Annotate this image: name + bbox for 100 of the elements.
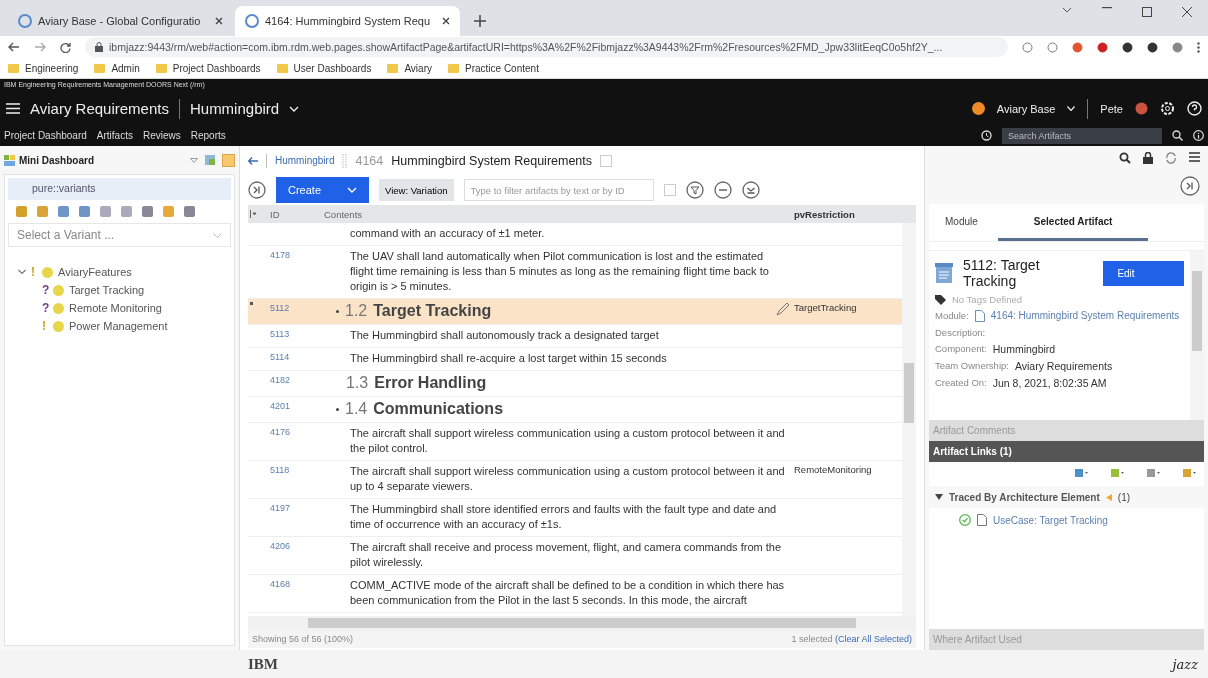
tree-item[interactable]: ! Power Management <box>18 319 221 333</box>
minimize-icon[interactable] <box>1102 7 1112 9</box>
linked-artifact-link[interactable]: UseCase: Target Tracking <box>993 514 1108 526</box>
artifact-id[interactable]: 4178 <box>266 249 318 294</box>
nav-link[interactable]: Project Dashboard <box>4 130 87 141</box>
artifact-id[interactable]: 4176 <box>266 426 318 456</box>
panel-tab[interactable]: Module <box>937 204 998 241</box>
artifact-title: 5112: Target Tracking <box>963 257 1041 289</box>
search-field[interactable]: Search Artifacts <box>1002 127 1162 144</box>
info-icon[interactable] <box>1193 130 1204 141</box>
expand-all-icon[interactable] <box>741 181 760 199</box>
artifact-id[interactable]: 4168 <box>266 578 318 608</box>
create-button[interactable]: Create <box>276 177 369 203</box>
address-field[interactable]: ibmjazz:9443/rm/web#action=com.ibm.rdm.web.pages.showArtifactPage&artifactURI=https%3A%2F%2Fibmjazz%3A9443%2Frm%2Fresources%2FMD_Jpw33litEeqC0o5hf2Y_... <box>85 37 1008 57</box>
requirement-text: The Hummingbird shall re-acquire a lost target within 15 seconds <box>349 351 668 366</box>
tree-item[interactable]: ! AviaryFeatures <box>18 265 221 279</box>
history-icon[interactable] <box>981 130 992 141</box>
column-header[interactable]: pvRestriction <box>790 208 902 220</box>
requirement-text: COMM_ACTIVE mode of the aircraft shall be defined to be a condition in which there has been communication from the Pilot in the last 5 seconds. In this mode, the aircraft <box>349 578 786 608</box>
more-icon[interactable] <box>1197 41 1200 53</box>
configuration-menu[interactable]: Aviary Base <box>996 102 1056 115</box>
close-icon[interactable] <box>442 17 450 25</box>
heading-text: Target Tracking <box>373 302 493 320</box>
bookmark[interactable]: Admin <box>94 62 140 74</box>
link-tool-icon[interactable] <box>1182 468 1196 478</box>
tree-item[interactable]: ? Target Tracking <box>18 283 221 297</box>
search-icon[interactable] <box>1172 130 1183 141</box>
collapse-all-icon[interactable] <box>713 181 732 199</box>
bookmark[interactable]: Aviary <box>387 62 432 74</box>
nav-link[interactable]: Reports <box>190 130 226 141</box>
expand-toggle-icon[interactable] <box>18 268 26 276</box>
expand-toggle-icon[interactable] <box>336 309 339 313</box>
close-icon[interactable] <box>1182 7 1192 17</box>
link-tool-icon[interactable] <box>1110 468 1124 478</box>
artifact-id[interactable]: 4201 <box>266 400 318 418</box>
browser-tab[interactable]: Aviary Base - Global Configuratio <box>8 6 233 36</box>
horizontal-scrollbar[interactable] <box>248 616 916 630</box>
filter-icon[interactable] <box>685 181 704 199</box>
view-button[interactable]: View: Variation <box>379 179 454 201</box>
artifact-id[interactable]: 4182 <box>266 374 318 392</box>
reload-icon[interactable] <box>60 41 71 53</box>
collapse-panel-icon[interactable] <box>248 181 266 199</box>
pencil-icon[interactable] <box>776 302 790 316</box>
link-tool-icon[interactable] <box>1146 468 1160 478</box>
settings-icon[interactable] <box>1160 101 1175 116</box>
artifact-id[interactable]: 5118 <box>266 464 318 494</box>
lock-icon[interactable] <box>1143 152 1153 164</box>
widget-title: pure::variants <box>8 178 231 200</box>
configuration-icon <box>971 102 985 115</box>
column-menu-icon[interactable] <box>250 210 258 218</box>
bookmark[interactable]: Project Dashboards <box>155 62 261 74</box>
artifact-id[interactable]: 4197 <box>266 502 318 532</box>
dropdown-icon[interactable] <box>190 157 198 163</box>
bookmark[interactable]: Engineering <box>8 62 79 74</box>
chevron-down-icon <box>213 232 222 238</box>
component-menu[interactable]: Hummingbird <box>189 100 280 117</box>
nav-link[interactable]: Artifacts <box>96 130 133 141</box>
panel-tab[interactable]: Selected Artifact <box>997 204 1149 241</box>
search-icon[interactable] <box>1119 152 1131 164</box>
maximize-icon[interactable] <box>1142 7 1152 17</box>
selected-row[interactable]: 5112 1.2 Target Tracking TargetTracking <box>248 299 902 325</box>
vertical-scrollbar[interactable] <box>1190 251 1204 420</box>
browser-tab[interactable]: 4164: Hummingbird System Requ <box>235 6 460 36</box>
link-group-header[interactable]: Traced By Architecture Element (1) <box>929 486 1204 508</box>
edit-button[interactable]: Edit <box>1103 260 1184 286</box>
user-avatar-icon[interactable] <box>1135 102 1148 115</box>
column-header[interactable]: ID <box>266 208 318 220</box>
artifact-id[interactable]: 5114 <box>266 351 318 366</box>
bookmark[interactable]: User Dashboards <box>276 62 372 74</box>
filter-field[interactable]: Type to filter artifacts by text or by ID <box>463 179 654 201</box>
arrow-icon <box>1105 493 1112 501</box>
back-arrow-icon[interactable] <box>248 156 258 165</box>
refresh-icon[interactable] <box>1165 152 1177 164</box>
module-link[interactable]: 4164: Hummingbird System Requirements <box>990 310 1180 321</box>
variant-dropdown[interactable]: Select a Variant ... <box>8 223 231 247</box>
breadcrumb-link[interactable]: Hummingbird <box>275 155 335 166</box>
expand-toggle-icon[interactable] <box>336 407 339 411</box>
user-name[interactable]: Pete <box>1100 102 1123 115</box>
vertical-scrollbar[interactable] <box>902 223 916 616</box>
tags-text: No Tags Defined <box>952 294 1023 305</box>
collapse-panel-icon[interactable] <box>1180 176 1200 196</box>
expand-toggle-icon[interactable] <box>935 494 943 500</box>
close-icon[interactable] <box>215 17 223 25</box>
bookmark[interactable]: Practice Content <box>448 62 539 74</box>
tree-item[interactable]: ? Remote Monitoring <box>18 301 221 315</box>
clear-selection-link[interactable]: (Clear All Selected) <box>834 634 912 644</box>
tab-title: Aviary Base - Global Configuratio <box>38 15 202 27</box>
back-icon[interactable] <box>8 42 20 52</box>
feature-icon <box>53 320 64 332</box>
section-header[interactable]: Artifact Links (1) <box>929 441 1204 462</box>
artifact-id[interactable]: 4206 <box>266 540 318 570</box>
column-header[interactable]: Contents <box>318 208 790 220</box>
new-tab-icon[interactable] <box>474 15 486 27</box>
jazz-logo: jazz <box>1172 656 1198 672</box>
row-marker-icon <box>250 302 253 305</box>
artifact-id[interactable]: 5113 <box>266 328 318 343</box>
nav-link[interactable]: Reviews <box>142 130 181 141</box>
field-label: Created On: <box>935 377 987 388</box>
link-tool-icon[interactable] <box>1074 468 1088 478</box>
project-name[interactable]: Aviary Requirements <box>30 100 169 117</box>
